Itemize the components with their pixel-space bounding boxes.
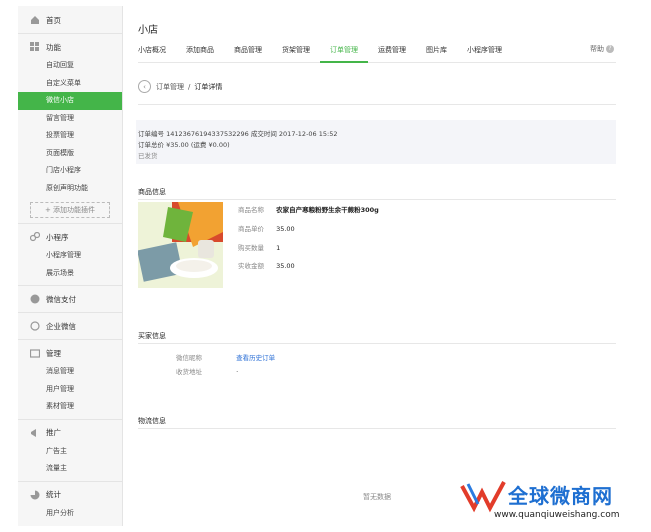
- sidebar-group-func: 功能: [18, 37, 122, 57]
- order-status: 已发货: [138, 152, 158, 160]
- breadcrumb-current: 订单详情: [194, 82, 223, 91]
- order-summary: 订单编号 14123676194337532296 成交时间 2017-12-0…: [136, 120, 616, 164]
- product-name-row: 商品名称 农家自产寒粮粉野生余干蕨粉300g: [238, 206, 379, 214]
- tab-image-library[interactable]: 图片库: [416, 42, 457, 62]
- buyer-address-row: 收货地址 ·: [176, 368, 239, 376]
- sidebar-group-manage: 管理: [18, 343, 122, 363]
- order-number-time: 订单编号 14123676194337532296 成交时间 2017-12-0…: [138, 130, 338, 138]
- watermark: 全球微商网 www.quanqiuweishang.com: [458, 478, 648, 528]
- back-icon[interactable]: ‹: [138, 80, 151, 93]
- sidebar-home[interactable]: 首页: [18, 10, 122, 30]
- grid-icon: [30, 42, 40, 52]
- work-icon: [30, 321, 40, 331]
- sidebar-item-custom-menu[interactable]: 自定义菜单: [18, 75, 122, 93]
- product-paid: 35.00: [276, 262, 295, 270]
- sidebar-item-wechat-store[interactable]: 微信小店: [18, 92, 122, 110]
- sidebar-item-work[interactable]: 企业微信: [18, 316, 122, 336]
- product-section-title: 商品信息: [138, 188, 166, 196]
- tab-overview[interactable]: 小店概况: [138, 42, 176, 62]
- tab-shipping-manage[interactable]: 运费管理: [368, 42, 416, 62]
- buyer-nick-row: 微信昵称 查看历史订单: [176, 354, 276, 362]
- sidebar-item-templates[interactable]: 页面模版: [18, 145, 122, 163]
- product-qty-row: 购买数量 1: [238, 244, 281, 252]
- sidebar-item-votes[interactable]: 投票管理: [18, 127, 122, 145]
- sidebar-item-store-mini[interactable]: 门店小程序: [18, 162, 122, 180]
- breadcrumb-parent[interactable]: 订单管理: [156, 82, 184, 92]
- sidebar-item-pay[interactable]: 微信支付: [18, 289, 122, 309]
- product-qty: 1: [276, 244, 281, 252]
- page-title: 小店: [138, 25, 158, 36]
- folder-icon: [29, 348, 41, 358]
- sidebar-item-scenes[interactable]: 展示场景: [18, 265, 122, 283]
- help-link[interactable]: 帮助 ?: [590, 44, 614, 54]
- sidebar-item-original[interactable]: 原创声明功能: [18, 180, 122, 198]
- sidebar-item-messages[interactable]: 消息管理: [18, 363, 122, 381]
- add-plugin-button[interactable]: + 添加功能插件: [30, 202, 110, 218]
- sidebar-group-mini: 小程序: [18, 227, 122, 247]
- product-name: 农家自产寒粮粉野生余干蕨粉300g: [276, 206, 379, 214]
- main-content: 小店 小店概况 添加商品 商品管理 货架管理 订单管理 运费管理 图片库 小程序…: [136, 6, 616, 526]
- tab-add-product[interactable]: 添加商品: [176, 42, 224, 62]
- tab-order-manage[interactable]: 订单管理: [320, 42, 368, 63]
- question-icon: ?: [606, 45, 614, 53]
- sidebar-item-traffic[interactable]: 流量主: [18, 460, 122, 478]
- sidebar-item-materials[interactable]: 素材管理: [18, 398, 122, 416]
- tab-product-manage[interactable]: 商品管理: [224, 42, 272, 62]
- watermark-url: www.quanqiuweishang.com: [494, 510, 620, 520]
- stats-icon: [30, 490, 40, 500]
- buyer-address: ·: [236, 368, 239, 376]
- watermark-text: 全球微商网: [508, 484, 613, 508]
- product-price: 35.00: [276, 225, 295, 233]
- sidebar-item-mini-manage[interactable]: 小程序管理: [18, 247, 122, 265]
- order-total: 订单总价 ¥35.00 (运费 ¥0.00): [138, 141, 230, 149]
- product-price-row: 商品单价 35.00: [238, 225, 295, 233]
- sidebar-item-comments[interactable]: 留言管理: [18, 110, 122, 128]
- sidebar-item-users[interactable]: 用户管理: [18, 381, 122, 399]
- product-paid-row: 实收金额 35.00: [238, 262, 295, 270]
- tab-bar: 小店概况 添加商品 商品管理 货架管理 订单管理 运费管理 图片库 小程序管理 …: [138, 42, 616, 63]
- logistics-section-title: 物流信息: [138, 417, 166, 425]
- sidebar: 首页 功能 自动回复 自定义菜单 微信小店 留言管理 投票管理 页面模版 门店小…: [18, 6, 123, 526]
- breadcrumb-separator: /: [188, 82, 191, 91]
- sidebar-item-advertiser[interactable]: 广告主: [18, 443, 122, 461]
- product-image: [138, 202, 223, 288]
- tab-mini-program[interactable]: 小程序管理: [457, 42, 512, 62]
- pay-icon: [30, 294, 40, 304]
- sidebar-item-user-analysis[interactable]: 用户分析: [18, 505, 122, 523]
- history-orders-link[interactable]: 查看历史订单: [236, 354, 275, 362]
- link-icon: [29, 231, 41, 242]
- app-frame: 首页 功能 自动回复 自定义菜单 微信小店 留言管理 投票管理 页面模版 门店小…: [18, 6, 630, 526]
- sidebar-item-auto-reply[interactable]: 自动回复: [18, 57, 122, 75]
- home-icon: [30, 15, 40, 25]
- sidebar-group-promo: 推广: [18, 423, 122, 443]
- sidebar-group-stats: 统计: [18, 485, 122, 505]
- breadcrumb: ‹ 订单管理 / 订单详情: [138, 80, 222, 93]
- megaphone-icon: [30, 428, 40, 438]
- watermark-logo-icon: [460, 481, 506, 513]
- tab-shelf-manage[interactable]: 货架管理: [272, 42, 320, 62]
- buyer-section-title: 买家信息: [138, 332, 166, 340]
